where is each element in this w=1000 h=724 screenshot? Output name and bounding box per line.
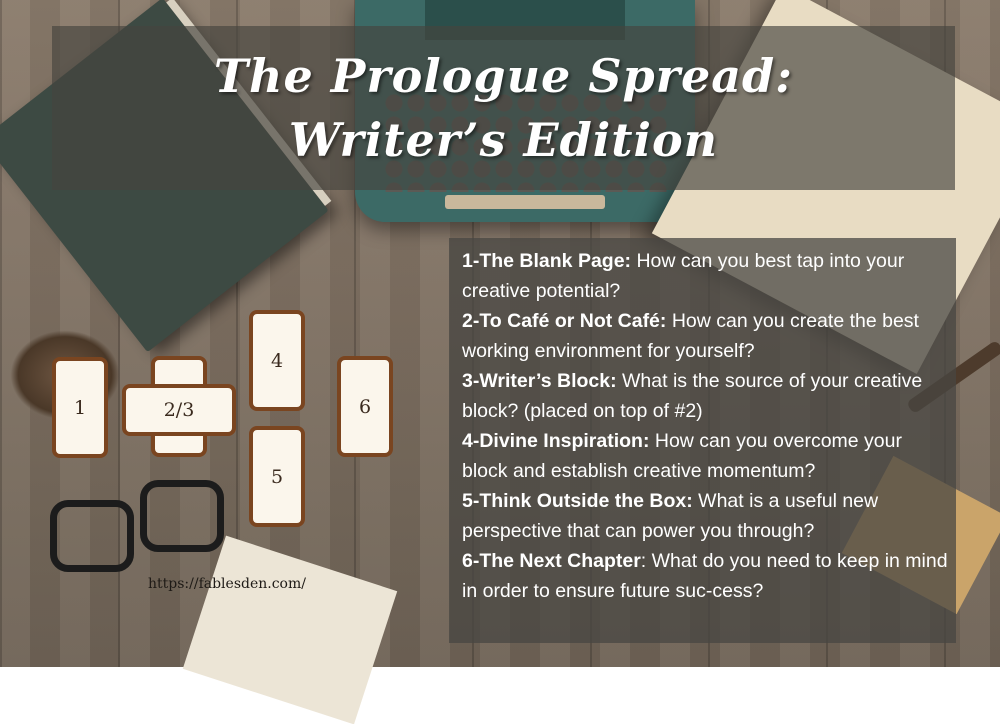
position-5-label: 5-Think Outside the Box:: [462, 490, 693, 512]
position-4-label: 4-Divine Inspiration:: [462, 430, 650, 452]
card-6-label: 6: [358, 395, 372, 418]
card-1-label: 1: [73, 396, 87, 419]
position-list: 1-The Blank Page: How can you best tap i…: [462, 246, 950, 606]
position-entry-3: 3-Writer’s Block: What is the source of …: [462, 366, 950, 426]
positions-panel: 1-The Blank Page: How can you best tap i…: [449, 238, 956, 643]
glasses-lens-left: [50, 500, 134, 572]
card-3: 2/3: [122, 384, 236, 436]
position-1-label: 1-The Blank Page:: [462, 250, 632, 272]
position-6-label: 6-The Next Chapter: [462, 550, 641, 572]
card-5: 5: [249, 426, 305, 527]
position-entry-6: 6-The Next Chapter: What do you need to …: [462, 546, 950, 606]
position-2-label: 2-To Café or Not Café:: [462, 310, 667, 332]
title-line-1: The Prologue Spread:: [213, 49, 794, 103]
card-5-label: 5: [270, 465, 284, 488]
position-entry-1: 1-The Blank Page: How can you best tap i…: [462, 246, 950, 306]
title-line-2: Writer’s Edition: [288, 113, 719, 167]
card-6: 6: [337, 356, 393, 457]
position-entry-2: 2-To Café or Not Café: How can you creat…: [462, 306, 950, 366]
typewriter-spacebar: [445, 195, 605, 209]
card-4-label: 4: [270, 349, 284, 372]
source-url: https://fablesden.com/: [148, 576, 306, 592]
title-panel: The Prologue Spread: Writer’s Edition: [52, 26, 955, 190]
card-1: 1: [52, 357, 108, 458]
card-4: 4: [249, 310, 305, 411]
position-entry-4: 4-Divine Inspiration: How can you overco…: [462, 426, 950, 486]
card-2-3-label: 2/3: [163, 399, 195, 421]
position-3-label: 3-Writer’s Block:: [462, 370, 617, 392]
position-entry-5: 5-Think Outside the Box: What is a usefu…: [462, 486, 950, 546]
glasses-image: [40, 470, 224, 580]
glasses-lens-right: [140, 480, 224, 552]
